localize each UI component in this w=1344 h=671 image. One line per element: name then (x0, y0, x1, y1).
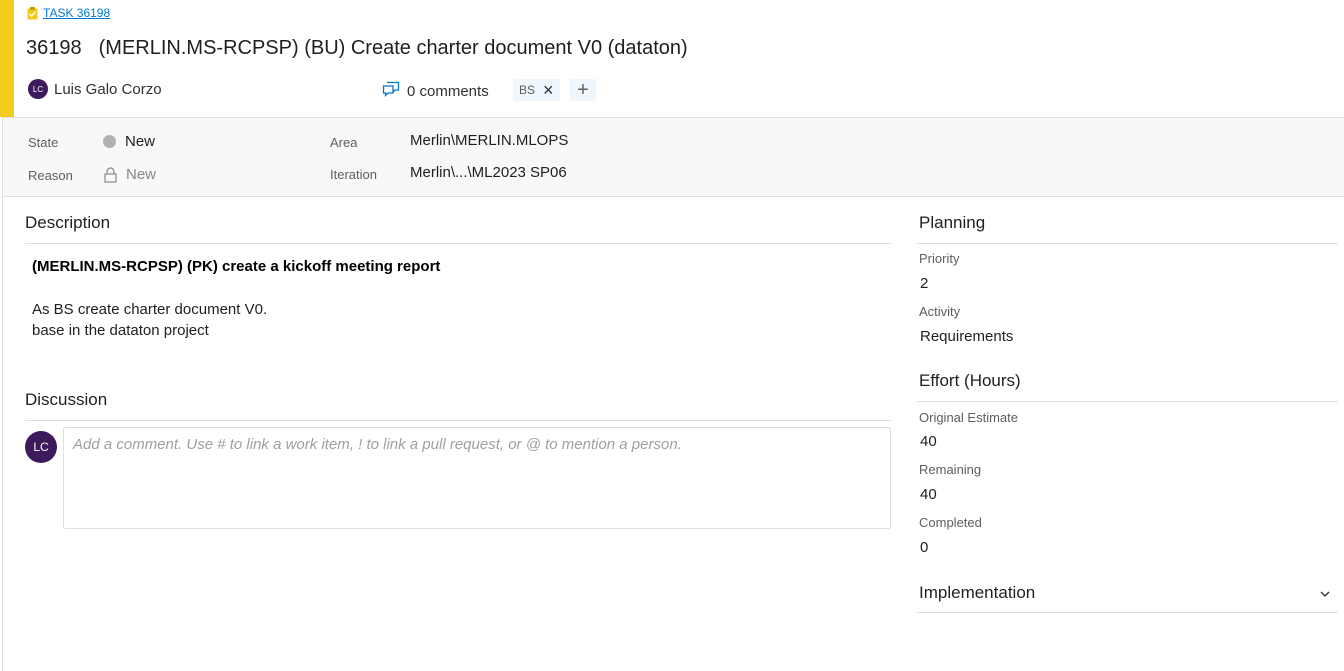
planning-heading: Planning (919, 213, 986, 232)
state-dot-icon (103, 135, 116, 148)
area-value: Merlin\MERLIN.MLOPS (410, 132, 569, 149)
clipboard-icon (27, 6, 38, 20)
discussion-heading: Discussion (25, 390, 108, 409)
priority-field[interactable]: 2 (920, 275, 928, 292)
add-tag-button[interactable]: + (570, 79, 596, 101)
area-picker[interactable]: Merlin\MERLIN.MLOPS (410, 132, 568, 149)
reason-value: New (126, 166, 157, 183)
assignee-picker[interactable]: LC Luis Galo Corzo (28, 79, 162, 99)
comments-link[interactable]: 0 comments (382, 79, 489, 103)
work-item-header: TASK 36198 36198 (MERLIN.MS-RCPSP) (BU) … (0, 0, 1344, 117)
description-line-1: As BS create charter document V0. (32, 301, 268, 318)
plus-icon: + (577, 78, 589, 101)
state-dropdown[interactable]: New (103, 133, 155, 150)
priority-label: Priority (919, 251, 960, 266)
comment-input[interactable]: Add a comment. Use # to link a work item… (63, 427, 891, 529)
effort-heading: Effort (Hours) (919, 371, 1021, 390)
remaining-label: Remaining (919, 462, 982, 477)
assignee-name: Luis Galo Corzo (54, 80, 162, 98)
implementation-heading[interactable]: Implementation (919, 583, 1035, 603)
discussion-divider (25, 420, 891, 421)
work-item-id: 36198 (26, 37, 82, 59)
reason-field: New (104, 166, 156, 183)
tag-bs[interactable]: BS × (513, 79, 560, 101)
completed-field[interactable]: 0 (920, 539, 928, 556)
iteration-picker[interactable]: Merlin\...\ML2023 SP06 (410, 164, 567, 181)
work-item-title-text[interactable]: (MERLIN.MS-RCPSP) (BU) Create charter do… (99, 37, 688, 60)
implementation-divider (917, 612, 1338, 613)
original-estimate-label: Original Estimate (919, 410, 1018, 425)
chevron-down-icon[interactable] (1319, 587, 1331, 599)
iteration-value: Merlin\...\ML2023 SP06 (410, 164, 567, 181)
description-bold-line: (MERLIN.MS-RCPSP) (PK) create a kickoff … (32, 258, 441, 275)
state-label: State (28, 135, 59, 150)
lock-icon (104, 166, 117, 183)
description-heading: Description (25, 213, 111, 232)
close-icon[interactable]: × (543, 81, 554, 99)
task-type-link[interactable]: TASK 36198 (27, 6, 110, 20)
effort-divider (917, 401, 1338, 402)
core-fields-panel: State New Reason New Area Merlin\MERLIN.… (3, 117, 1344, 197)
area-label: Area (330, 135, 358, 150)
avatar: LC (25, 431, 57, 463)
comments-count: 0 comments (407, 82, 489, 100)
avatar: LC (28, 79, 48, 99)
reason-label: Reason (28, 168, 73, 183)
description-line-2: base in the dataton project (32, 322, 209, 339)
planning-divider (917, 243, 1338, 244)
activity-label: Activity (919, 304, 961, 319)
activity-field[interactable]: Requirements (920, 328, 1013, 345)
iteration-label: Iteration (330, 167, 377, 182)
comments-icon (382, 81, 400, 101)
meta-row: LC Luis Galo Corzo 0 comments BS × + (28, 79, 648, 103)
task-link-label[interactable]: TASK 36198 (43, 6, 110, 20)
completed-label: Completed (919, 515, 982, 530)
work-item-title[interactable]: 36198 (MERLIN.MS-RCPSP) (BU) Create char… (26, 37, 688, 60)
original-estimate-field[interactable]: 40 (920, 433, 937, 450)
remaining-field[interactable]: 40 (920, 486, 937, 503)
tag-label: BS (519, 83, 536, 97)
work-item-type-color-bar (0, 0, 14, 117)
left-divider (2, 117, 3, 671)
state-value: New (125, 133, 156, 150)
description-divider (25, 243, 891, 244)
